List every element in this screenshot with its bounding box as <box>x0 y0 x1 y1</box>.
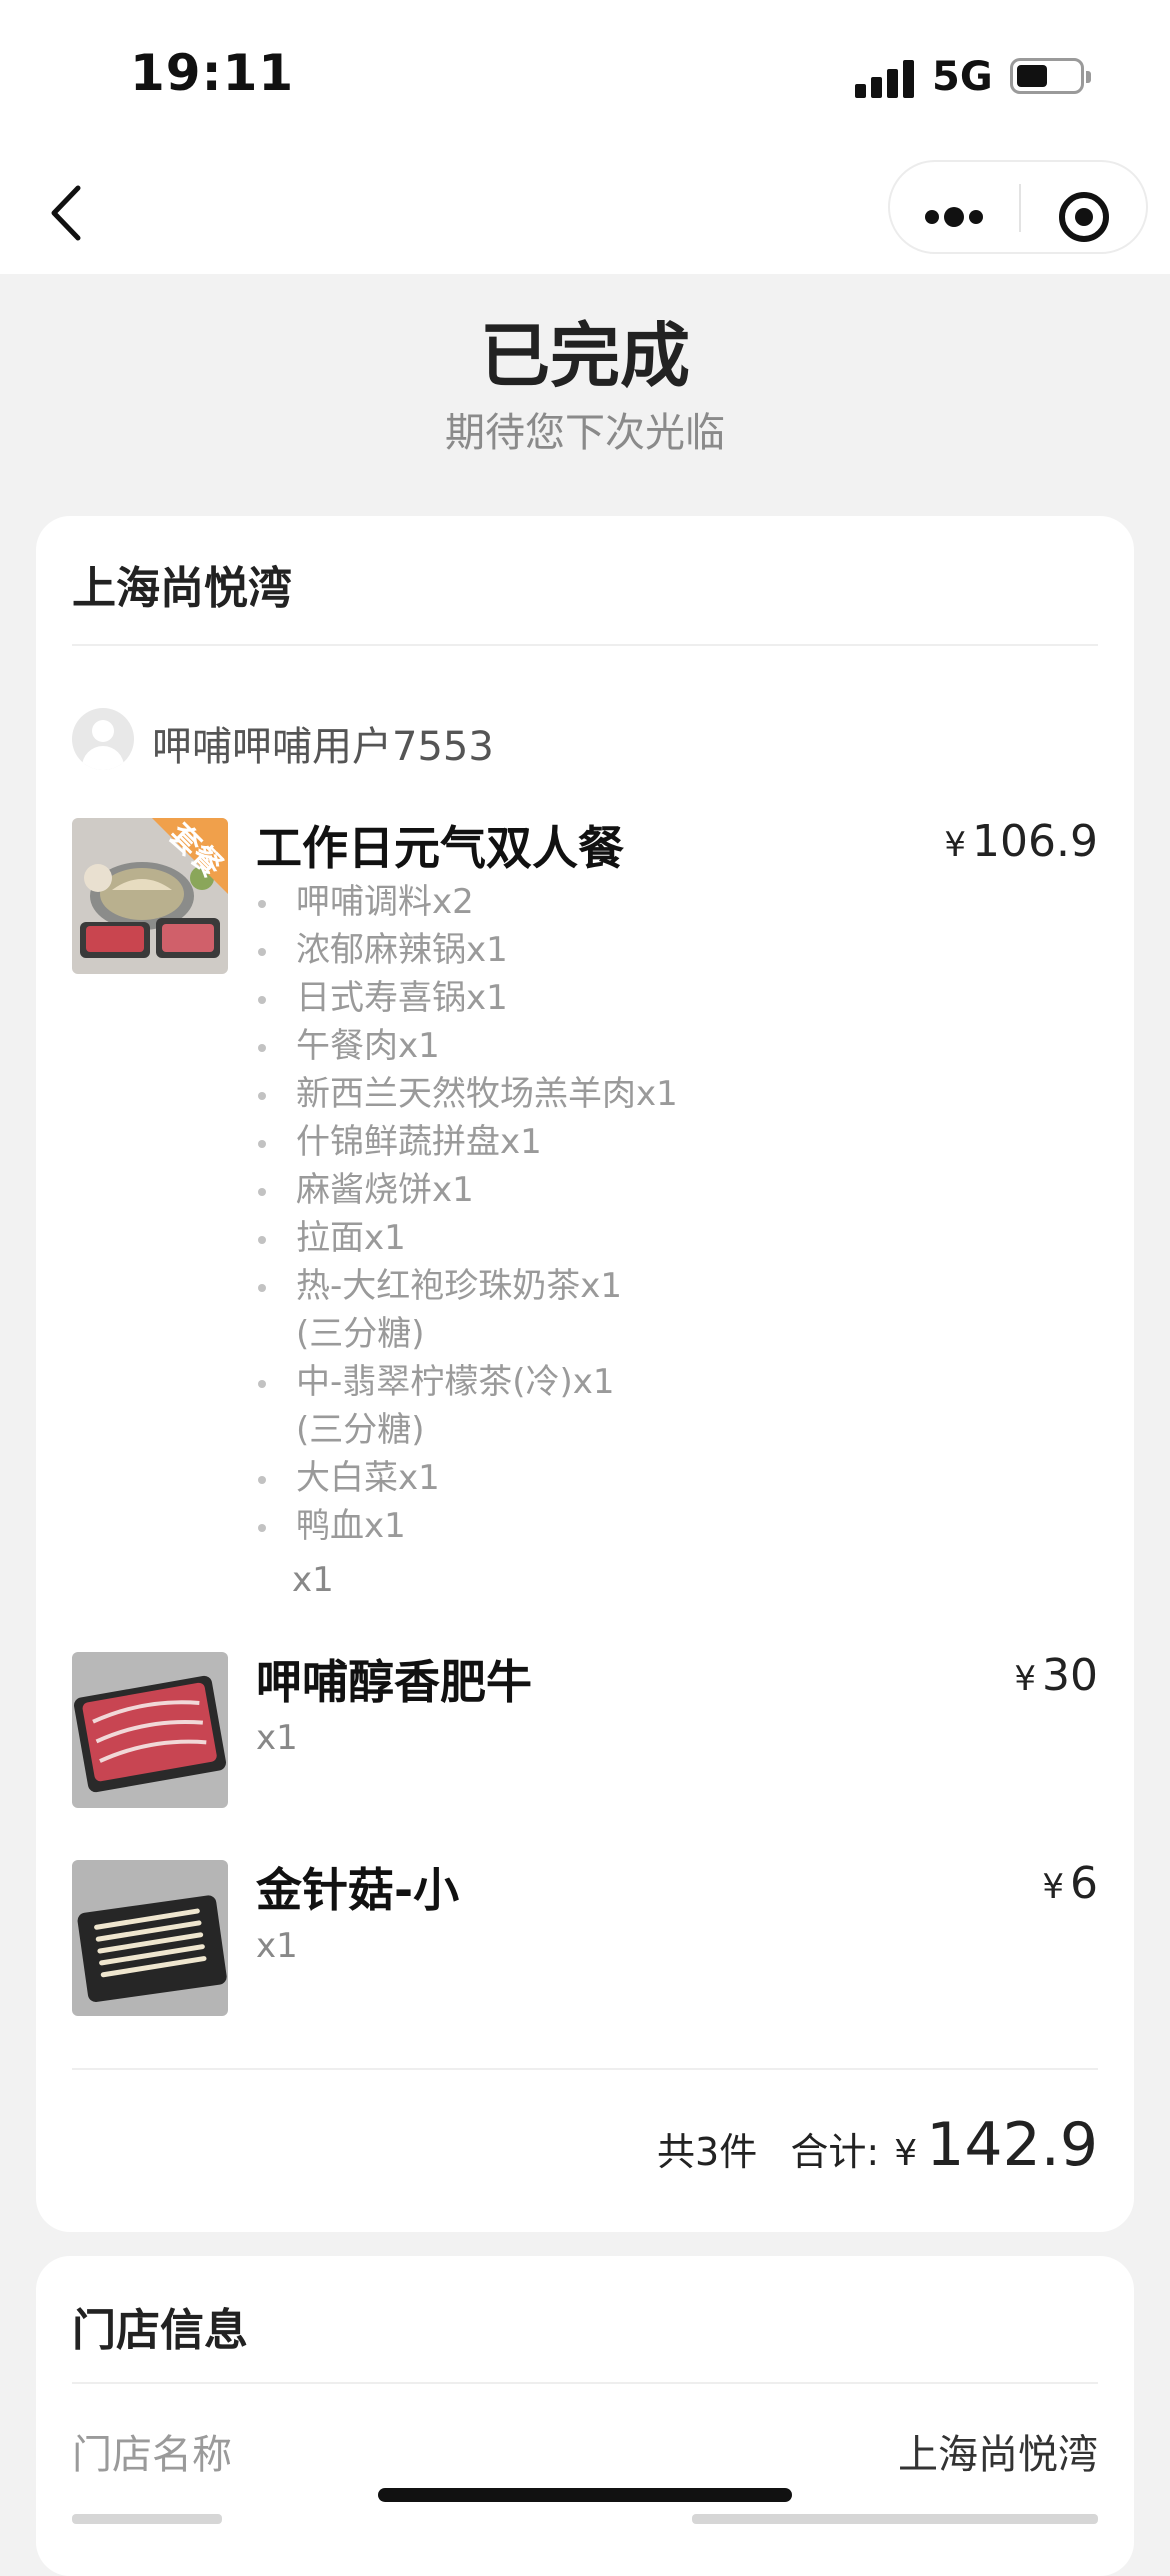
item-price-value: 6 <box>1070 1858 1098 1909</box>
sub-item-text: 热-大红袍珍珠奶茶x1 <box>296 1266 623 1306</box>
back-button[interactable] <box>40 178 100 248</box>
combo-image: 套餐 <box>72 818 228 974</box>
status-time: 19:11 <box>130 44 295 102</box>
sub-item: 浓郁麻辣锅x1 <box>256 926 678 974</box>
total-amount: 142.9 <box>926 2110 1098 2180</box>
divider <box>72 2382 1098 2384</box>
item-price-value: 106.9 <box>972 816 1098 867</box>
sub-item-text: 拉面x1 <box>296 1218 406 1258</box>
sub-item: 鸭血x1 <box>256 1502 678 1550</box>
chevron-left-icon <box>51 185 81 241</box>
store-info-title: 门店信息 <box>72 2305 248 2356</box>
sub-item-text: 新西兰天然牧场羔羊肉x1 <box>296 1074 678 1114</box>
sub-item-text: 大白菜x1 <box>296 1458 440 1498</box>
order-item-combo[interactable]: 套餐 工作日元气双人餐 ¥106.9 呷哺调料x2 浓郁麻辣锅x1 日式寿喜锅x… <box>72 816 1098 1618</box>
item-quantity: x1 <box>292 1560 334 1600</box>
sub-item: 拉面x1 <box>256 1214 678 1262</box>
order-item[interactable]: 呷哺醇香肥牛 ¥30 x1 <box>72 1650 1098 1808</box>
sub-item-text: 午餐肉x1 <box>296 1026 440 1066</box>
sub-item: 麻酱烧饼x1 <box>256 1166 678 1214</box>
order-summary: 共3件 合计: ¥ 142.9 <box>657 2110 1098 2180</box>
store-name: 上海尚悦湾 <box>72 563 292 614</box>
nav-bar <box>0 150 1170 274</box>
sub-item-text: 日式寿喜锅x1 <box>296 978 508 1018</box>
enoki-image <box>72 1860 228 2016</box>
user-name: 呷哺呷哺用户7553 <box>152 724 494 770</box>
info-label: 门店名称 <box>72 2432 232 2478</box>
item-quantity: x1 <box>256 1926 298 1966</box>
sub-item-text: 呷哺调料x2 <box>296 882 474 922</box>
sub-item: 午餐肉x1 <box>256 1022 678 1070</box>
battery-icon <box>1010 58 1091 94</box>
status-bar: 19:11 5G <box>0 0 1170 150</box>
item-price: ¥6 <box>1042 1858 1098 1909</box>
item-name: 呷哺醇香肥牛 <box>256 1655 532 1709</box>
sub-item-text: 什锦鲜蔬拼盘x1 <box>296 1122 542 1162</box>
item-name: 工作日元气双人餐 <box>256 821 624 875</box>
sub-item-text: 浓郁麻辣锅x1 <box>296 930 508 970</box>
sub-item: 热-大红袍珍珠奶茶x1 (三分糖) <box>256 1262 678 1358</box>
currency-symbol: ¥ <box>894 2133 918 2174</box>
item-price: ¥106.9 <box>944 816 1098 867</box>
info-value: 上海尚悦湾 <box>898 2432 1098 2478</box>
sub-item-text: 鸭血x1 <box>296 1506 406 1546</box>
sub-item-note: (三分糖) <box>296 1314 425 1354</box>
item-price: ¥30 <box>1014 1650 1098 1701</box>
order-card: 上海尚悦湾 呷哺呷哺用户7553 套餐 工作日元气双人餐 ¥106.9 呷哺调料… <box>36 516 1134 2232</box>
order-status-title: 已完成 <box>480 315 690 397</box>
sub-item-text: 麻酱烧饼x1 <box>296 1170 474 1210</box>
item-name: 金针菇-小 <box>256 1863 460 1917</box>
currency-symbol: ¥ <box>1014 1659 1036 1699</box>
currency-symbol: ¥ <box>1042 1867 1064 1907</box>
store-info-card: 门店信息 门店名称 上海尚悦湾 <box>36 2256 1134 2576</box>
sub-item: 大白菜x1 <box>256 1454 678 1502</box>
more-dots-icon <box>925 207 983 227</box>
item-quantity: x1 <box>256 1718 298 1758</box>
sub-item: 新西兰天然牧场羔羊肉x1 <box>256 1070 678 1118</box>
cropped-row <box>72 2514 1098 2534</box>
avatar <box>72 708 134 770</box>
divider <box>72 644 1098 646</box>
beef-image <box>72 1652 228 1808</box>
signal-icon <box>855 60 919 98</box>
item-count: 共3件 <box>657 2130 758 2174</box>
order-status-subtitle: 期待您下次光临 <box>445 410 725 456</box>
close-mini-program-button[interactable] <box>1021 162 1148 252</box>
more-button[interactable] <box>890 162 1019 252</box>
sub-item: 呷哺调料x2 <box>256 878 678 926</box>
mini-program-capsule <box>888 160 1148 254</box>
sub-item: 中-翡翠柠檬茶(冷)x1 (三分糖) <box>256 1358 678 1454</box>
target-circle-icon <box>1059 192 1109 242</box>
combo-sub-items: 呷哺调料x2 浓郁麻辣锅x1 日式寿喜锅x1 午餐肉x1 新西兰天然牧场羔羊肉x… <box>256 878 678 1550</box>
currency-symbol: ¥ <box>944 825 967 865</box>
divider <box>72 2068 1098 2070</box>
sub-item: 日式寿喜锅x1 <box>256 974 678 1022</box>
item-price-value: 30 <box>1042 1650 1098 1701</box>
order-item[interactable]: 金针菇-小 ¥6 x1 <box>72 1858 1098 2016</box>
home-indicator[interactable] <box>378 2488 792 2502</box>
sub-item-note: (三分糖) <box>296 1410 425 1450</box>
sub-item-text: 中-翡翠柠檬茶(冷)x1 <box>296 1362 615 1402</box>
total-label: 合计: <box>790 2130 880 2174</box>
sub-item: 什锦鲜蔬拼盘x1 <box>256 1118 678 1166</box>
network-type: 5G <box>932 54 993 100</box>
